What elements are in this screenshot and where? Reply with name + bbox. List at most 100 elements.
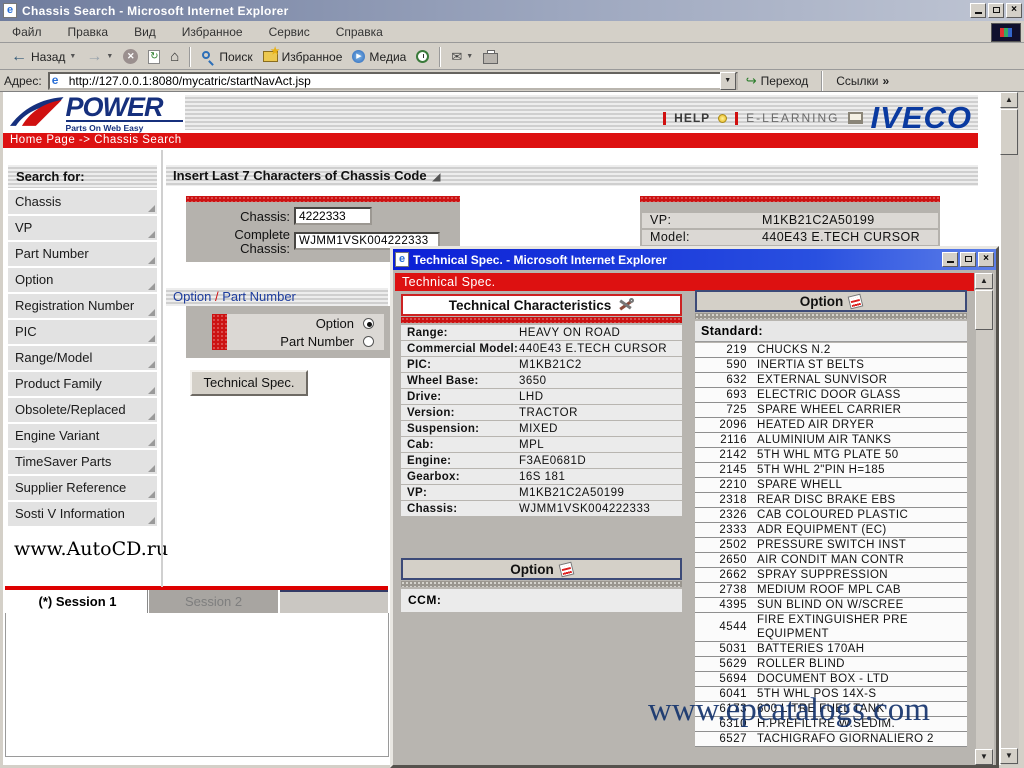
vp-model-panel: VP: M1KB21C2A50199 Model: 440E43 E.TECH CU… <box>640 196 940 248</box>
sidebar-item[interactable]: Range/Model <box>8 346 157 370</box>
part-number-radio[interactable] <box>363 335 374 347</box>
option-row: 4395 SUN BLIND ON W/SCREE <box>695 598 967 613</box>
tab-session-1[interactable]: (*) Session 1 <box>8 590 148 613</box>
tab-session-2[interactable]: Session 2 <box>149 590 278 613</box>
option-row: 219 CHUCKS N.2 <box>695 343 967 358</box>
search-button[interactable]: Поиск <box>196 48 257 66</box>
sidebar-item[interactable]: Supplier Reference <box>8 476 157 500</box>
sidebar-item[interactable]: Registration Number <box>8 294 157 318</box>
standard-label: Standard: <box>695 321 967 342</box>
sidebar-item[interactable]: TimeSaver Parts <box>8 450 157 474</box>
address-dropdown-button[interactable]: ▼ <box>719 71 736 90</box>
print-button[interactable] <box>478 48 503 66</box>
option-button-right[interactable]: Option <box>695 290 967 312</box>
sidebar-item[interactable]: VP <box>8 216 157 240</box>
corner-triangle-icon <box>148 387 155 394</box>
scroll-up-icon[interactable]: ▲ <box>975 273 993 289</box>
option-row: 2142 5TH WHL MTG PLATE 50 <box>695 448 967 463</box>
menu-item[interactable]: Избранное <box>182 25 243 39</box>
sidebar-item[interactable]: Engine Variant <box>8 424 157 448</box>
address-bar: Адрес: e ▼ ↪ Переход Ссылки» <box>0 70 1024 92</box>
corner-triangle-icon <box>148 283 155 290</box>
option-list: 219 CHUCKS N.2 590 INERTIA ST BELTS 632 … <box>695 343 967 747</box>
sidebar-item[interactable]: Part Number <box>8 242 157 266</box>
ie-throbber-icon <box>991 23 1021 42</box>
tech-row: Gearbox: 16S 181 <box>401 469 682 484</box>
sidebar-item[interactable]: Obsolete/Replaced <box>8 398 157 422</box>
red-dotted-strip <box>401 317 682 323</box>
scroll-down-icon[interactable]: ▼ <box>975 749 993 765</box>
menu-item[interactable]: Справка <box>336 25 383 39</box>
technical-spec-popup: e Technical Spec. - Microsoft Internet E… <box>390 246 999 768</box>
refresh-icon: ↻ <box>148 49 161 64</box>
option-row: 5694 DOCUMENT BOX - LTD <box>695 672 967 687</box>
window-title: Chassis Search - Microsoft Internet Expl… <box>22 3 289 18</box>
option-row: 2650 AIR CONDIT MAN CONTR <box>695 553 967 568</box>
links-chevron-icon: » <box>882 73 890 88</box>
option-radio[interactable] <box>363 317 374 329</box>
main-scrollbar[interactable]: ▲ ▼ <box>1000 92 1019 765</box>
scroll-up-icon[interactable]: ▲ <box>1000 92 1018 108</box>
stop-button[interactable]: ✕ <box>118 47 143 66</box>
tech-row: PIC: M1KB21C2 <box>401 357 682 372</box>
favorites-button[interactable]: ★ Избранное <box>258 46 348 66</box>
option-row: 2210 SPARE WHELL <box>695 478 967 493</box>
tech-row: Engine: F3AE0681D <box>401 453 682 468</box>
popup-maximize-button[interactable] <box>960 252 976 267</box>
home-button[interactable]: ⌂ <box>165 46 184 67</box>
technical-spec-button[interactable]: Technical Spec. <box>190 370 308 396</box>
close-button[interactable]: × <box>1006 3 1022 18</box>
history-button[interactable] <box>411 48 434 65</box>
elearning-screen-icon <box>847 112 863 124</box>
technical-characteristics-table: Range: HEAVY ON ROAD Commercial Model: 440… <box>401 325 682 516</box>
media-button[interactable]: ▶ Медиа <box>347 48 411 66</box>
sidebar-item[interactable]: Sosti V Information <box>8 502 157 526</box>
go-button[interactable]: ↪ Переход <box>746 73 809 89</box>
power-swoosh-icon <box>9 97 64 126</box>
collapse-triangle-icon[interactable]: ◢ <box>433 172 441 183</box>
popup-title: Technical Spec. - Microsoft Internet Exp… <box>413 252 667 267</box>
part-number-radio-row: Part Number <box>227 332 384 350</box>
history-icon <box>416 50 430 63</box>
links-button[interactable]: Ссылки» <box>836 74 889 88</box>
chassis-input[interactable] <box>294 207 372 225</box>
popup-minimize-button[interactable] <box>942 252 958 267</box>
sidebar-item[interactable]: Chassis <box>8 190 157 214</box>
red-divider <box>663 111 667 125</box>
menu-item[interactable]: Вид <box>134 25 156 39</box>
menu-bar: Файл Правка Вид Избранное Сервис Справка <box>0 21 1024 43</box>
corner-triangle-icon <box>148 465 155 472</box>
sidebar-item[interactable]: Option <box>8 268 157 292</box>
sidebar-item[interactable]: Product Family <box>8 372 157 396</box>
sidebar-item[interactable]: PIC <box>8 320 157 344</box>
back-button[interactable]: ← Назад ▼ <box>6 48 81 66</box>
corner-triangle-icon <box>148 257 155 264</box>
address-input[interactable] <box>68 73 716 88</box>
popup-close-button[interactable]: × <box>978 252 994 267</box>
help-link[interactable]: HELP <box>674 111 710 125</box>
autocd-watermark: www.AutoCD.ru <box>14 538 169 560</box>
main-titlebar: e Chassis Search - Microsoft Internet Ex… <box>0 0 1024 21</box>
restore-button[interactable] <box>988 3 1004 18</box>
menu-item[interactable]: Сервис <box>269 25 310 39</box>
popup-titlebar: e Technical Spec. - Microsoft Internet E… <box>393 249 996 270</box>
menu-item[interactable]: Файл <box>12 25 42 39</box>
tech-row: Commercial Model: 440E43 E.TECH CURSOR <box>401 341 682 356</box>
tech-row: Wheel Base: 3650 <box>401 373 682 388</box>
forward-button[interactable]: → ▼ <box>81 48 118 66</box>
sidebar-title: Search for: <box>8 165 157 188</box>
main-scrollbar-thumb[interactable] <box>1000 109 1018 155</box>
refresh-button[interactable]: ↻ <box>143 48 165 66</box>
elearning-link[interactable]: E-LEARNING <box>746 111 839 125</box>
tech-row: Suspension: MIXED <box>401 421 682 436</box>
option-button-left[interactable]: Option <box>401 558 682 580</box>
option-row: 2116 ALUMINIUM AIR TANKS <box>695 433 967 448</box>
popup-scrollbar-thumb[interactable] <box>975 290 993 330</box>
scroll-down-icon[interactable]: ▼ <box>1000 748 1018 764</box>
mail-button[interactable]: ✉ ▼ <box>446 47 478 67</box>
screen: e Chassis Search - Microsoft Internet Ex… <box>0 0 1024 768</box>
menu-item[interactable]: Правка <box>68 25 109 39</box>
minimize-button[interactable] <box>970 3 986 18</box>
breadcrumb: Home Page -> Chassis Search <box>3 133 978 148</box>
favorites-icon: ★ <box>262 46 280 62</box>
